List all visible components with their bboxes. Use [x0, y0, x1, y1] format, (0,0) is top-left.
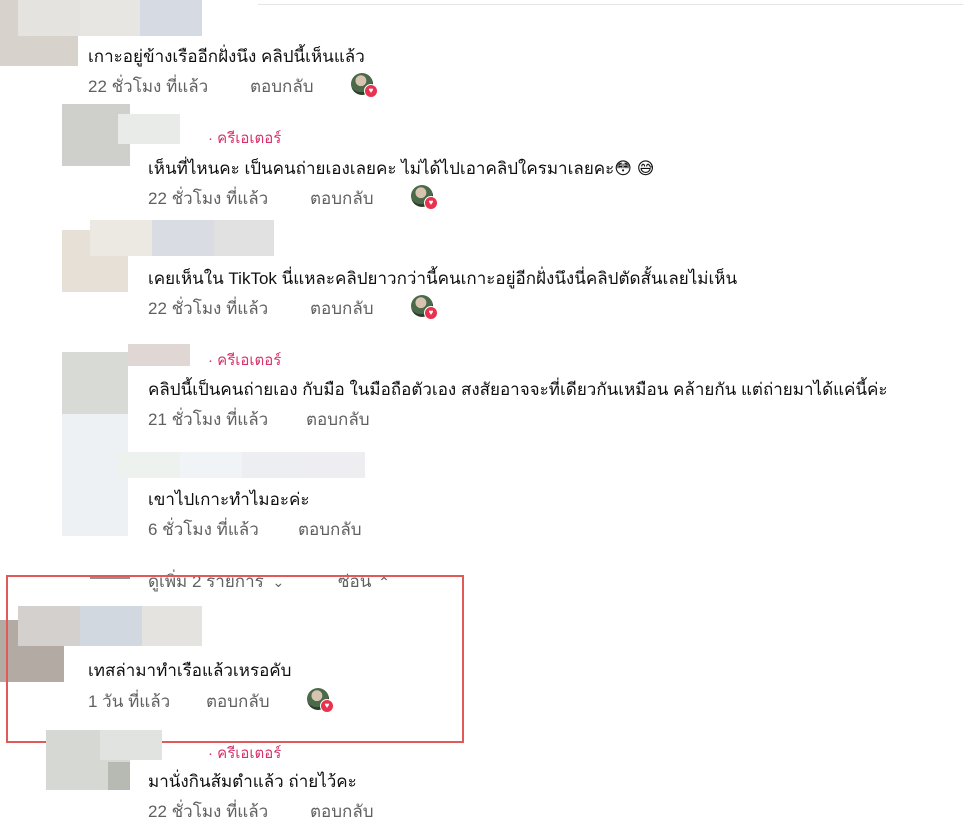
- comment-text: มานั่งกินส้มตำแล้ว ถ่ายไว้คะ: [148, 772, 357, 791]
- divider: [258, 4, 963, 5]
- blurred-name: [80, 0, 140, 36]
- blurred-name: [100, 730, 162, 760]
- creator-heart-icon: ♥: [411, 295, 438, 320]
- comment-time: 21 ชั่วโมง ที่แล้ว: [148, 410, 269, 429]
- comment-text: เกาะอยู่ข้างเรืออีกฝั่งนึง คลิปนี้เห็นแล…: [88, 47, 365, 66]
- reply-button[interactable]: ตอบกลับ: [310, 185, 374, 212]
- comment-time: 22 ชั่วโมง ที่แล้ว: [148, 802, 269, 821]
- blurred-name: [214, 220, 274, 256]
- reply-button[interactable]: ตอบกลับ: [306, 406, 370, 433]
- comment-time: 22 ชั่วโมง ที่แล้ว: [148, 189, 269, 208]
- blurred-name: [242, 452, 304, 478]
- blurred-name: [18, 0, 80, 36]
- blurred-name: [128, 344, 190, 366]
- comment-time: 22 ชั่วโมง ที่แล้ว: [88, 77, 209, 96]
- creator-badge: · ครีเอเตอร์: [208, 130, 282, 147]
- comment-text: เคยเห็นใน TikTok นี่แหละคลิปยาวกว่านี้คน…: [148, 269, 738, 288]
- comment-text: เขาไปเกาะทำไมอะค่ะ: [148, 490, 310, 509]
- comment-text: คลิปนี้เป็นคนถ่ายเอง กับมือ ในมือถือตัวเ…: [148, 380, 888, 399]
- reply-button[interactable]: ตอบกลับ: [310, 798, 374, 825]
- blurred-name: [304, 452, 365, 478]
- creator-heart-icon: ♥: [351, 73, 378, 98]
- comment-text: เห็นที่ไหนคะ เป็นคนถ่ายเองเลยคะ ไม่ได้ไป…: [148, 159, 655, 178]
- comment-time: 22 ชั่วโมง ที่แล้ว: [148, 299, 269, 318]
- reply-button[interactable]: ตอบกลับ: [250, 73, 314, 100]
- blurred-name: [152, 220, 214, 256]
- blurred-name: [90, 220, 152, 256]
- blurred-name: [180, 452, 242, 478]
- blurred-name: [108, 762, 130, 790]
- reply-button[interactable]: ตอบกลับ: [298, 516, 362, 543]
- blurred-name: [118, 452, 180, 478]
- comment-time: 6 ชั่วโมง ที่แล้ว: [148, 520, 259, 539]
- reply-button[interactable]: ตอบกลับ: [310, 295, 374, 322]
- highlight-box: [6, 575, 464, 743]
- creator-badge: · ครีเอเตอร์: [208, 745, 282, 762]
- creator-badge: · ครีเอเตอร์: [208, 352, 282, 369]
- creator-heart-icon: ♥: [411, 185, 438, 210]
- blurred-name: [118, 114, 180, 144]
- blurred-avatar: [62, 352, 128, 414]
- blurred-name: [140, 0, 202, 36]
